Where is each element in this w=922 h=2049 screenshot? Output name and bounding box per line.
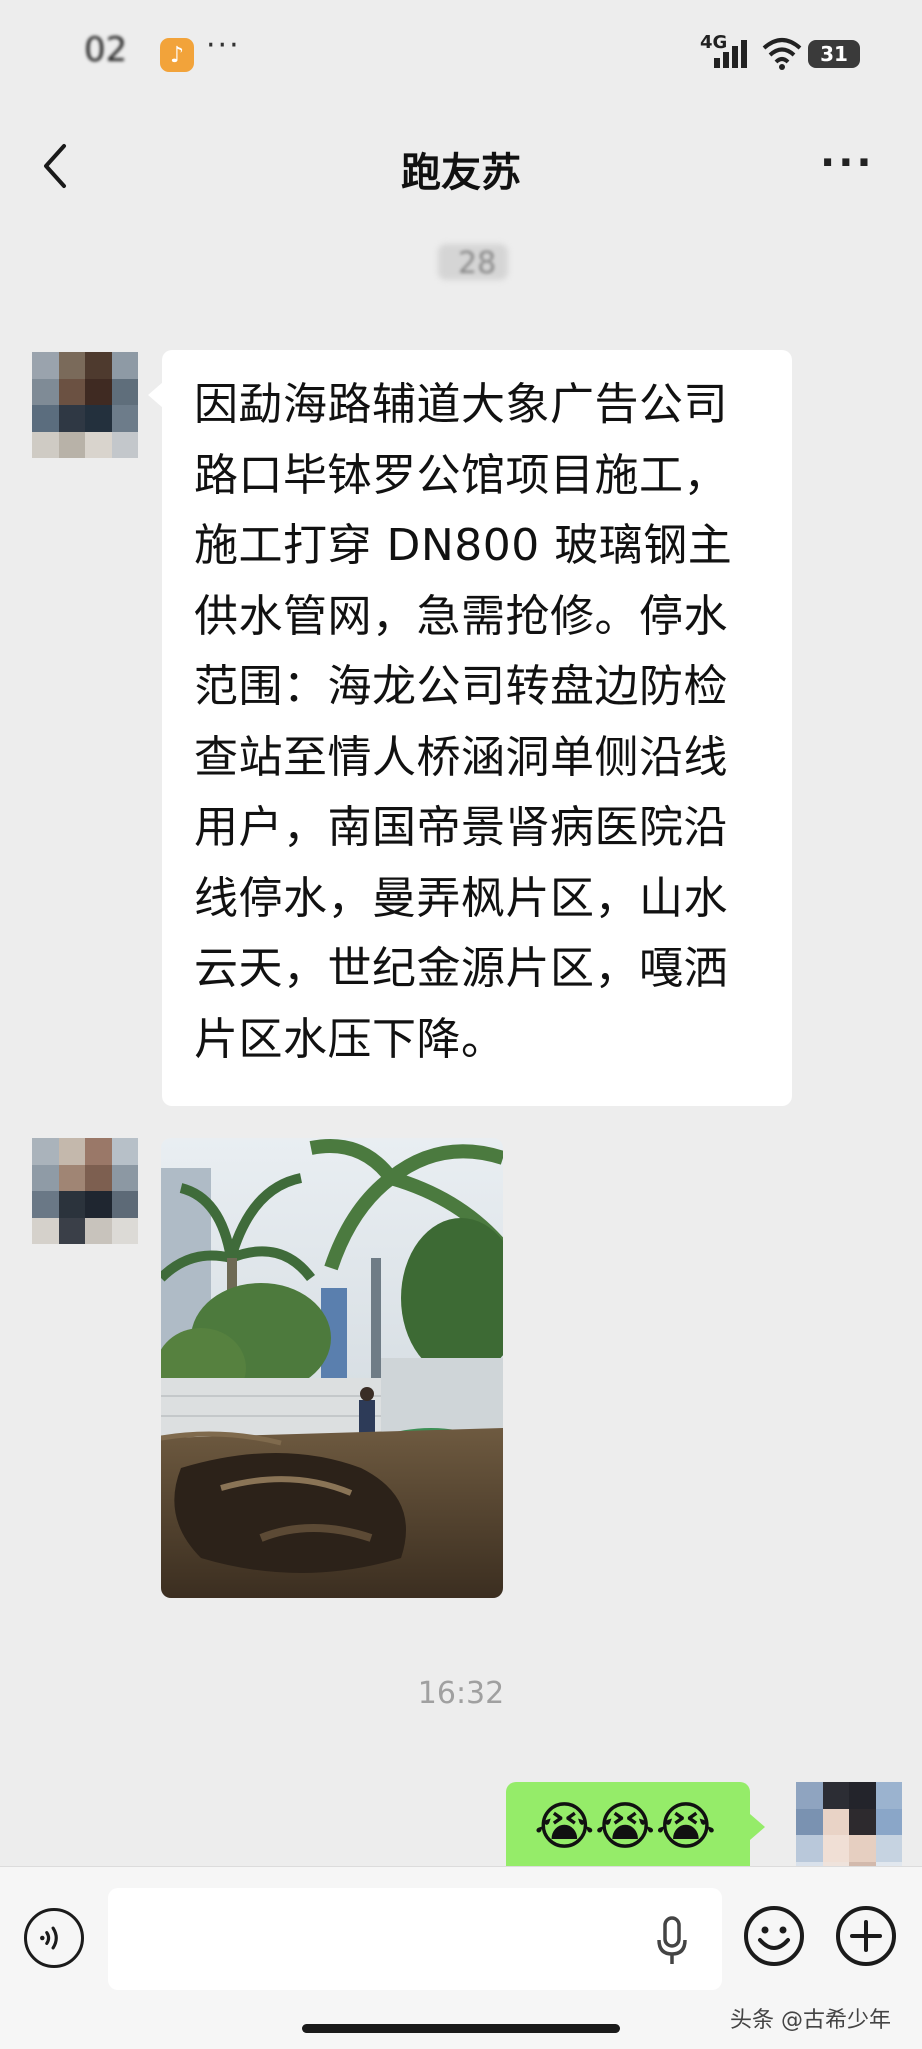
plus-icon[interactable] xyxy=(834,1904,898,1968)
time-divider: 16:32 xyxy=(417,1676,505,1711)
message-bubble-text[interactable]: 因勐海路辅道大象广告公司路口毕钵罗公馆项目施工，施工打穿 DN800 玻璃钢主供… xyxy=(162,350,792,1106)
bubble-tail xyxy=(148,382,163,408)
timestamp-top: 28 xyxy=(458,246,497,281)
home-indicator[interactable] xyxy=(302,2024,620,2033)
contact-avatar[interactable] xyxy=(32,1138,138,1244)
emoji-icon[interactable] xyxy=(742,1904,806,1968)
photo-message[interactable] xyxy=(161,1138,503,1598)
wifi-icon xyxy=(762,38,802,70)
bubble-tail-outgoing xyxy=(750,1814,765,1840)
voice-icon[interactable] xyxy=(24,1908,84,1968)
battery-indicator: 31 xyxy=(808,40,860,68)
notification-more-indicator: ··· xyxy=(206,28,241,63)
contact-avatar[interactable] xyxy=(32,352,138,458)
message-input[interactable] xyxy=(108,1888,722,1990)
watermark: 头条 @古希少年 xyxy=(730,2008,891,2033)
message-bubble-outgoing[interactable]: 😭😭😭 xyxy=(506,1782,750,1872)
signal-icon xyxy=(714,40,747,68)
more-icon[interactable]: ··· xyxy=(820,140,875,186)
status-time: 02 xyxy=(84,30,128,70)
chat-title: 跑友苏 xyxy=(401,150,521,196)
app-notification-icon: ♪ xyxy=(160,38,194,72)
mic-icon[interactable] xyxy=(654,1914,690,1968)
